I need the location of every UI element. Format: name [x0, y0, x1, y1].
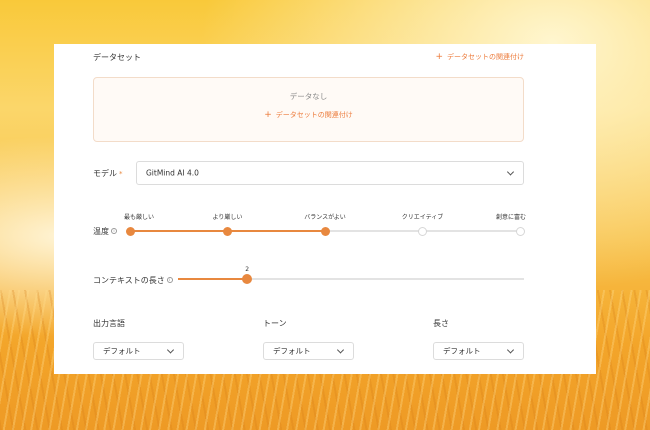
temperature-label-text: 温度 — [93, 227, 109, 236]
settings-panel: データセット + データセットの関連付け データなし + データセットの関連付け モ… — [54, 44, 596, 374]
dataset-box-link-label: データセットの関連付け — [275, 111, 353, 119]
temperature-step-dot[interactable] — [125, 226, 135, 236]
context-slider-thumb[interactable] — [242, 274, 253, 284]
model-label-text: モデル — [93, 169, 117, 178]
dataset-link-label: データセットの関連付け — [447, 53, 524, 61]
chevron-down-icon — [166, 346, 175, 354]
temperature-step-dot[interactable] — [418, 226, 427, 236]
dataset-link-button[interactable]: + データセットの関連付け — [435, 52, 524, 62]
tone-select[interactable]: デフォルト — [263, 342, 354, 360]
temperature-step-label: クリエイティブ — [401, 214, 444, 221]
tone-label: トーン — [263, 319, 287, 328]
context-fill — [178, 278, 248, 280]
dataset-title: データセット — [93, 53, 141, 62]
temperature-label: 温度 i — [93, 226, 117, 237]
temperature-step-label: 創意に富む — [495, 214, 527, 221]
output-language-select[interactable]: デフォルト — [93, 342, 184, 360]
output-language-label: 出力言語 — [93, 319, 125, 328]
dataset-box: データなし + データセットの関連付け — [93, 77, 524, 142]
model-select[interactable]: GitMind AI 4.0 — [136, 161, 524, 185]
no-data-text: データなし — [289, 92, 328, 101]
chevron-down-icon — [506, 168, 515, 176]
temperature-step-dot[interactable] — [223, 226, 232, 236]
context-label: コンテキストの長さ i — [93, 275, 173, 286]
context-value: 2 — [245, 266, 250, 273]
chevron-down-icon — [506, 346, 515, 354]
info-icon: i — [111, 228, 117, 234]
length-label: 長さ — [433, 319, 449, 328]
temperature-step-dot[interactable] — [320, 226, 330, 236]
tone-value: デフォルト — [273, 346, 311, 356]
dataset-box-link-button[interactable]: + データセットの関連付け — [94, 110, 523, 120]
temperature-slider[interactable]: 最も厳しい より厳しい バランスがよい クリエイティブ 創意に富む — [124, 210, 526, 240]
model-label: モデル * — [93, 168, 123, 179]
length-value: デフォルト — [443, 346, 481, 356]
temperature-step-label: より厳しい — [212, 214, 243, 221]
length-select[interactable]: デフォルト — [433, 342, 524, 360]
temperature-step-label: バランスがよい — [304, 214, 346, 221]
temperature-step-label: 最も厳しい — [123, 214, 155, 221]
temperature-step-dot[interactable] — [515, 226, 525, 236]
chevron-down-icon — [336, 346, 345, 354]
context-label-text: コンテキストの長さ — [93, 276, 165, 285]
output-language-value: デフォルト — [103, 346, 141, 356]
plus-icon: + — [264, 110, 272, 120]
model-select-value: GitMind AI 4.0 — [146, 168, 199, 178]
required-mark: * — [119, 170, 123, 178]
context-length-slider[interactable]: 2 — [178, 264, 524, 286]
plus-icon: + — [435, 52, 443, 62]
info-icon: i — [166, 277, 173, 283]
